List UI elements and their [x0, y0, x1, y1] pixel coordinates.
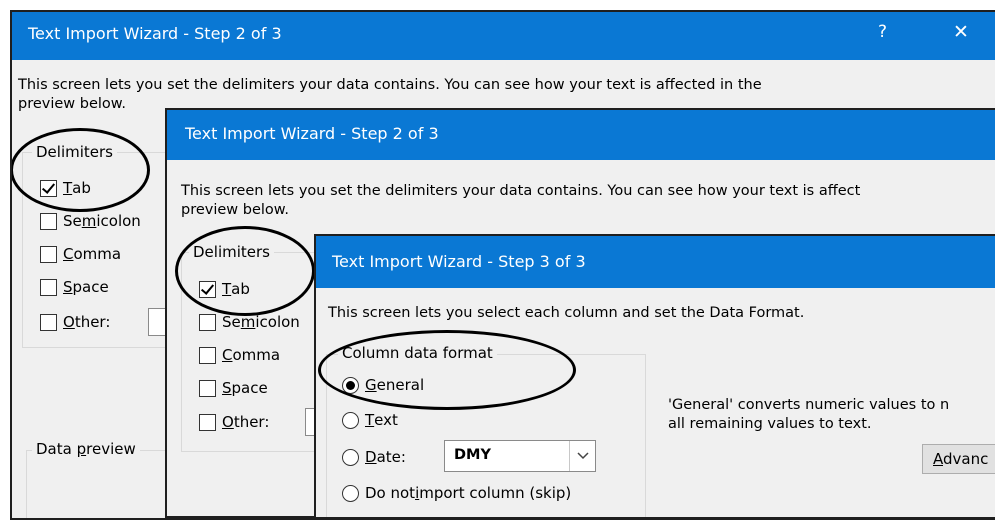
window-title: Text Import Wizard - Step 3 of 3	[332, 252, 586, 271]
format-info-line-2: all remaining values to text.	[668, 416, 872, 432]
advanced-button[interactable]: Advanc	[922, 444, 995, 474]
radio-circle[interactable]	[342, 376, 359, 394]
checkbox-box[interactable]	[40, 245, 57, 263]
description-line-1: This screen lets you set the delimiters …	[181, 183, 861, 199]
checkbox-box[interactable]	[199, 379, 216, 397]
window-title: Text Import Wizard - Step 2 of 3	[28, 24, 282, 43]
comma-checkbox[interactable]: Comma	[199, 346, 280, 364]
description-line-1: This screen lets you set the delimiters …	[18, 77, 762, 93]
title-bar[interactable]: Text Import Wizard - Step 2 of 3 ? ✕	[12, 12, 995, 60]
checkbox-box[interactable]	[199, 413, 216, 431]
delimiters-legend: Delimiters	[32, 143, 117, 161]
radio-circle[interactable]	[342, 448, 359, 466]
checkbox-box[interactable]	[40, 313, 57, 331]
title-bar[interactable]: Text Import Wizard - Step 2 of 3	[167, 110, 995, 160]
radio-circle[interactable]	[342, 411, 359, 429]
general-radio[interactable]: General	[342, 376, 424, 394]
checkbox-box[interactable]	[40, 278, 57, 296]
data-preview-legend: Data preview	[32, 440, 140, 458]
description-line-2: preview below.	[18, 96, 126, 112]
help-icon[interactable]: ?	[878, 22, 887, 42]
chevron-down-icon[interactable]	[569, 441, 595, 471]
comma-checkbox[interactable]: Comma	[40, 245, 121, 263]
window-title: Text Import Wizard - Step 2 of 3	[185, 124, 439, 143]
title-bar[interactable]: Text Import Wizard - Step 3 of 3	[316, 236, 995, 288]
checkbox-box[interactable]	[199, 313, 216, 331]
checkbox-box[interactable]	[199, 280, 216, 298]
tab-checkbox[interactable]: Tab	[40, 179, 91, 197]
checkbox-box[interactable]	[40, 179, 57, 197]
semicolon-checkbox[interactable]: Se m icolon	[199, 313, 300, 331]
radio-circle[interactable]	[342, 484, 359, 502]
space-checkbox[interactable]: Space	[199, 379, 268, 397]
close-icon[interactable]: ✕	[953, 21, 969, 43]
delimiters-legend: Delimiters	[189, 243, 274, 261]
other-checkbox[interactable]: Other:	[199, 413, 269, 431]
other-checkbox[interactable]: Other:	[40, 313, 110, 331]
format-info-line-1: 'General' converts numeric values to n	[668, 397, 950, 413]
space-checkbox[interactable]: Space	[40, 278, 109, 296]
column-data-format-legend: Column data format	[338, 344, 497, 362]
semicolon-checkbox[interactable]: Se m icolon	[40, 212, 141, 230]
skip-column-radio[interactable]: Do not i mport column (skip)	[342, 484, 571, 502]
checkbox-box[interactable]	[199, 346, 216, 364]
date-format-value: DMY	[454, 447, 491, 463]
description: This screen lets you select each column …	[328, 305, 805, 321]
date-radio[interactable]: Date:	[342, 448, 406, 466]
text-radio[interactable]: Text	[342, 411, 398, 429]
description-line-2: preview below.	[181, 202, 289, 218]
date-format-select[interactable]: DMY	[444, 440, 596, 472]
tab-checkbox[interactable]: Tab	[199, 280, 250, 298]
text-import-wizard-step3-window: Text Import Wizard - Step 3 of 3 This sc…	[314, 234, 995, 519]
checkbox-box[interactable]	[40, 212, 57, 230]
